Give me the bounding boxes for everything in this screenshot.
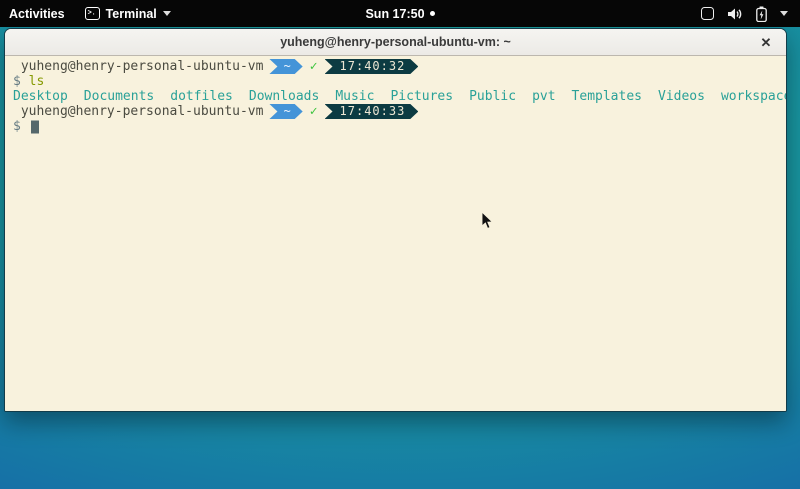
directory-name: Desktop xyxy=(13,89,68,104)
directory-name: Documents xyxy=(84,89,154,104)
close-icon[interactable]: ✕ xyxy=(753,29,779,56)
command-text: ls xyxy=(29,74,45,89)
terminal-icon xyxy=(85,7,100,20)
directory-name: dotfiles xyxy=(170,89,233,104)
text-cursor xyxy=(31,121,39,134)
activities-button[interactable]: Activities xyxy=(0,0,77,27)
window-title: yuheng@henry-personal-ubuntu-vm: ~ xyxy=(280,35,511,49)
window-titlebar[interactable]: yuheng@henry-personal-ubuntu-vm: ~ ✕ xyxy=(5,29,786,56)
chevron-down-icon xyxy=(780,11,788,16)
prompt-symbol: $ xyxy=(13,119,29,134)
prompt-symbol: $ xyxy=(13,74,29,89)
ls-output-line: Desktop Documents dotfiles Downloads Mus… xyxy=(13,89,786,104)
prompt-directory-segment: ~ xyxy=(269,104,302,119)
app-menu-label: Terminal xyxy=(106,7,157,21)
directory-name: workspace xyxy=(721,89,787,104)
directory-name: Public xyxy=(469,89,516,104)
command-line: $ ls xyxy=(13,74,786,89)
directory-name: Downloads xyxy=(249,89,319,104)
terminal-window: yuheng@henry-personal-ubuntu-vm: ~ ✕ yuh… xyxy=(4,28,787,412)
directory-name: Pictures xyxy=(390,89,453,104)
prompt-line: yuheng@henry-personal-ubuntu-vm ~ ✓ 17:4… xyxy=(13,104,786,119)
prompt-time-segment: 17:40:32 xyxy=(325,59,419,74)
check-icon: ✓ xyxy=(310,59,318,74)
chevron-down-icon xyxy=(163,11,171,16)
mouse-cursor-icon xyxy=(481,211,494,230)
top-bar: Activities Terminal Sun 17:50 xyxy=(0,0,800,27)
prompt-time-segment: 17:40:33 xyxy=(325,104,419,119)
directory-name: pvt xyxy=(532,89,555,104)
battery-charging-icon xyxy=(756,6,767,22)
activities-label: Activities xyxy=(9,7,65,21)
notification-dot xyxy=(430,11,435,16)
check-icon: ✓ xyxy=(310,104,318,119)
app-menu-button[interactable]: Terminal xyxy=(77,0,179,27)
screen-icon xyxy=(701,7,714,20)
prompt-user-host: yuheng@henry-personal-ubuntu-vm xyxy=(13,59,263,74)
system-status-area[interactable] xyxy=(689,0,800,27)
directory-name: Music xyxy=(335,89,374,104)
directory-name: Templates xyxy=(572,89,642,104)
prompt-user-host: yuheng@henry-personal-ubuntu-vm xyxy=(13,104,263,119)
terminal-output-area[interactable]: yuheng@henry-personal-ubuntu-vm ~ ✓ 17:4… xyxy=(5,56,786,411)
input-line[interactable]: $ xyxy=(13,119,786,134)
prompt-directory-segment: ~ xyxy=(269,59,302,74)
directory-name: Videos xyxy=(658,89,705,104)
volume-icon xyxy=(727,7,743,21)
prompt-line: yuheng@henry-personal-ubuntu-vm ~ ✓ 17:4… xyxy=(13,59,786,74)
clock-button[interactable]: Sun 17:50 xyxy=(365,7,424,21)
